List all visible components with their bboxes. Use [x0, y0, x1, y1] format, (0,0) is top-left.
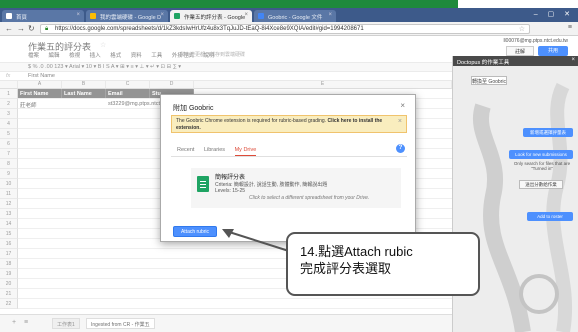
lock-icon: 🔒︎ [45, 26, 49, 32]
tab-title: 首頁 [16, 15, 28, 21]
tab-title: 作業五的評分表 - Google [184, 15, 246, 21]
instruction-callout: 14.點選Attach rubic 完成評分表選取 [286, 232, 480, 296]
tabs-divider [171, 156, 407, 157]
comments-button[interactable]: 註解 [506, 46, 534, 56]
tab-close-icon[interactable]: × [244, 12, 248, 18]
browser-tab-drive[interactable]: 我的雲端硬碟 - Google D × [86, 10, 168, 22]
turned-in-checkbox-label[interactable]: Only search for files that are "Turned i… [511, 161, 573, 171]
attach-rubric-sidebar-button[interactable]: 新增或選擇評量表 [523, 128, 573, 137]
browser-tab-goobric[interactable]: Goobric - Google 文件 × [254, 10, 336, 22]
tab-title: Goobric - Google 文件 [268, 15, 323, 21]
selected-rubric-card[interactable]: 簡報評分表 Criteria: 簡報設計, 說話生動, 肢體動作, 簡報說出題 … [191, 168, 401, 208]
rubric-criteria: Criteria: 簡報設計, 說話生動, 肢體動作, 簡報說出題 [215, 182, 328, 188]
extension-notice: The Goobric Chrome extension is required… [171, 115, 407, 133]
sheets-favicon-icon [174, 13, 180, 19]
address-bar: ← → ↻ 🔒︎ https://docs.google.com/spreads… [0, 22, 578, 36]
drive-favicon-icon [90, 13, 96, 19]
home-favicon-icon [6, 13, 12, 19]
tab-libraries[interactable]: Libraries [204, 147, 225, 155]
forward-icon[interactable]: → [17, 24, 25, 33]
share-button[interactable]: 共用 [538, 46, 568, 56]
attach-rubric-button[interactable]: Attach rubric [173, 226, 217, 237]
url-text: https://docs.google.com/spreadsheets/d/1… [55, 26, 364, 32]
rubric-name: 簡報評分表 [215, 175, 246, 181]
browser-tab-home[interactable]: 首頁 × [2, 10, 84, 22]
select-different-hint[interactable]: Click to select a different spreadsheet … [249, 195, 369, 201]
window-controls[interactable]: ‒ ▢ ✕ [534, 10, 574, 18]
reload-icon[interactable]: ↻ [28, 24, 35, 33]
tab-title: 我的雲端硬碟 - Google D [100, 15, 162, 21]
tab-close-icon[interactable]: × [328, 12, 332, 18]
url-input[interactable]: 🔒︎ https://docs.google.com/spreadsheets/… [40, 24, 530, 34]
look-for-submissions-button[interactable]: Look for new submissions [509, 150, 573, 159]
back-icon[interactable]: ← [5, 24, 13, 33]
docs-favicon-icon [258, 13, 264, 19]
help-icon[interactable]: ? [396, 144, 405, 153]
top-strip [0, 0, 578, 8]
dialog-close-icon[interactable]: × [400, 101, 405, 110]
tab-close-icon[interactable]: × [160, 12, 164, 18]
notice-close-icon[interactable]: × [398, 118, 402, 125]
bookmark-star-icon[interactable]: ☆ [519, 25, 525, 33]
sidebar-header: Doctopus 的作業工具 × [453, 56, 578, 66]
spreadsheet-icon [197, 176, 209, 192]
add-to-roster-button[interactable]: Add to roster [527, 212, 573, 221]
browser-tab-sheet[interactable]: 作業五的評分表 - Google × [170, 10, 252, 22]
callout-line-2: 完成評分表選取 [300, 261, 392, 276]
browser-tabbar: 首頁 × 我的雲端硬碟 - Google D × 作業五的評分表 - Googl… [0, 8, 578, 22]
sidebar-close-icon[interactable]: × [571, 57, 575, 63]
rubric-levels: Levels: 15-25 [215, 188, 246, 194]
account-email: ll00076@mg.ptps.ntct.edu.tw [503, 38, 568, 44]
callout-line-1: 14.點選Attach rubic [300, 244, 413, 259]
tab-recent[interactable]: Recent [177, 147, 194, 155]
return-grades-button[interactable]: 送出分數給作業 [519, 180, 563, 189]
top-strip-edge [458, 0, 578, 8]
switch-to-goobric-chip[interactable]: 轉換至 Goobric [471, 76, 507, 85]
attach-goobric-dialog: 附加 Goobric × The Goobric Chrome extensio… [160, 94, 416, 242]
tab-close-icon[interactable]: × [76, 12, 80, 18]
dialog-title: 附加 Goobric [173, 105, 214, 112]
menu-icon[interactable]: ≡ [568, 24, 572, 31]
notice-text: The Goobric Chrome extension is required… [176, 118, 327, 124]
